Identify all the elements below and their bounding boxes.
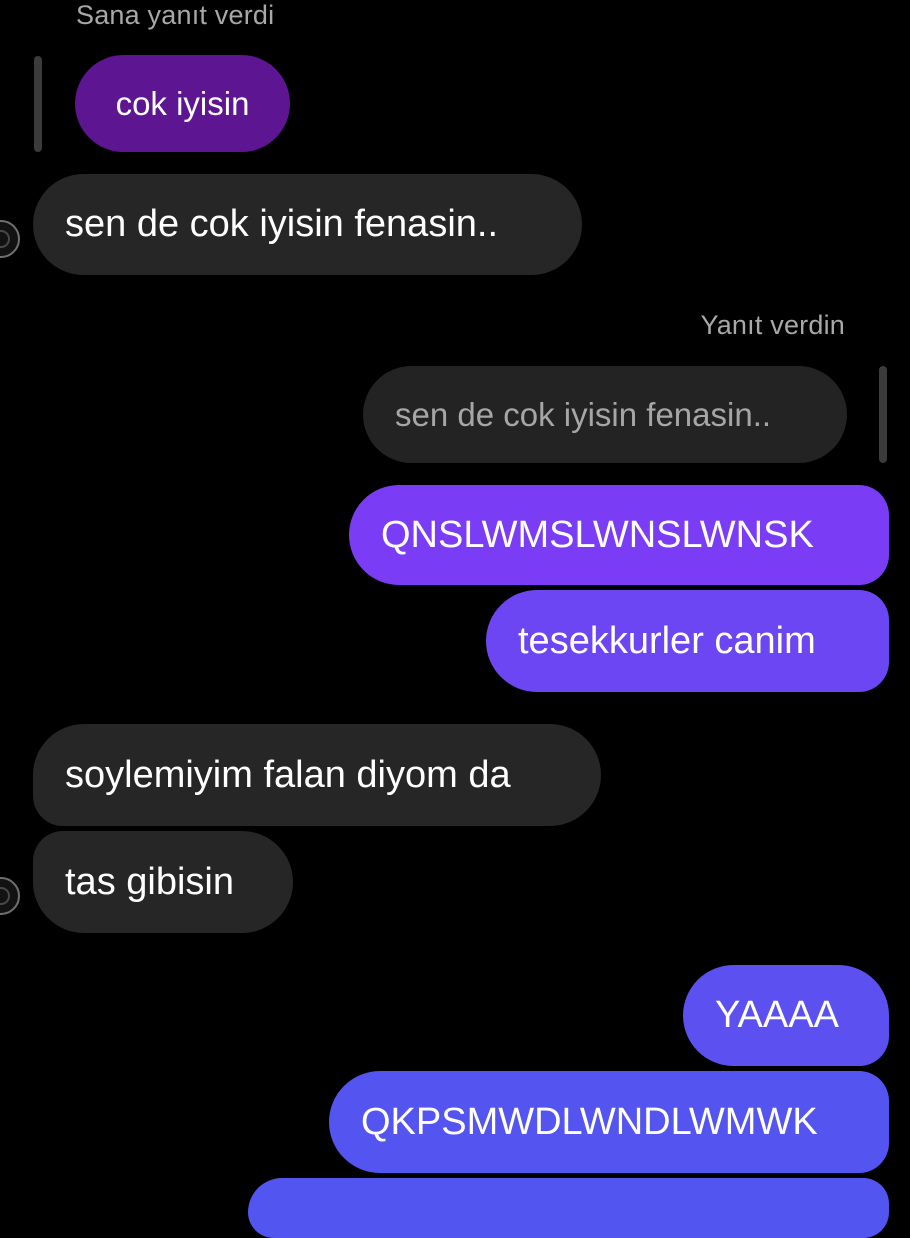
quoted-message-bubble[interactable]: sen de cok iyisin fenasin.. xyxy=(363,366,847,463)
sender-avatar[interactable] xyxy=(0,220,20,258)
message-text: QNSLWMSLWNSLWNSK xyxy=(381,513,814,556)
quoted-message-text: sen de cok iyisin fenasin.. xyxy=(395,395,772,433)
incoming-message-bubble[interactable]: soylemiyim falan diyom da xyxy=(33,724,601,826)
avatar-ring-icon xyxy=(0,230,10,248)
quote-bar-left xyxy=(34,56,42,152)
message-text: sen de cok iyisin fenasin.. xyxy=(65,203,499,245)
message-text: YAAAA xyxy=(715,994,839,1036)
outgoing-message-bubble[interactable]: tesekkurler canim xyxy=(486,590,889,692)
incoming-message-bubble[interactable]: tas gibisin xyxy=(33,831,293,933)
avatar-ring-icon xyxy=(0,887,10,905)
reply-context-label-incoming: Sana yanıt verdi xyxy=(76,0,275,30)
outgoing-message-bubble[interactable]: QNSLWMSLWNSLWNSK xyxy=(349,485,889,585)
message-text: QKPSMWDLWNDLWMWK xyxy=(361,1100,818,1143)
quoted-message-text: cok iyisin xyxy=(115,84,250,122)
incoming-message-bubble[interactable]: sen de cok iyisin fenasin.. xyxy=(33,174,582,275)
outgoing-message-bubble[interactable]: QKPSMWDLWNDLWMWK xyxy=(329,1071,889,1173)
quoted-message-bubble[interactable]: cok iyisin xyxy=(75,55,290,152)
quote-bar-right xyxy=(879,366,887,463)
outgoing-message-bubble[interactable]: YAAAA xyxy=(683,965,889,1066)
outgoing-message-bubble-partial[interactable] xyxy=(248,1178,889,1238)
message-text: soylemiyim falan diyom da xyxy=(65,753,511,796)
message-text: tesekkurler canim xyxy=(518,619,816,662)
message-text: tas gibisin xyxy=(65,860,234,903)
reply-context-label-outgoing: Yanıt verdin xyxy=(700,310,845,340)
sender-avatar[interactable] xyxy=(0,877,20,915)
